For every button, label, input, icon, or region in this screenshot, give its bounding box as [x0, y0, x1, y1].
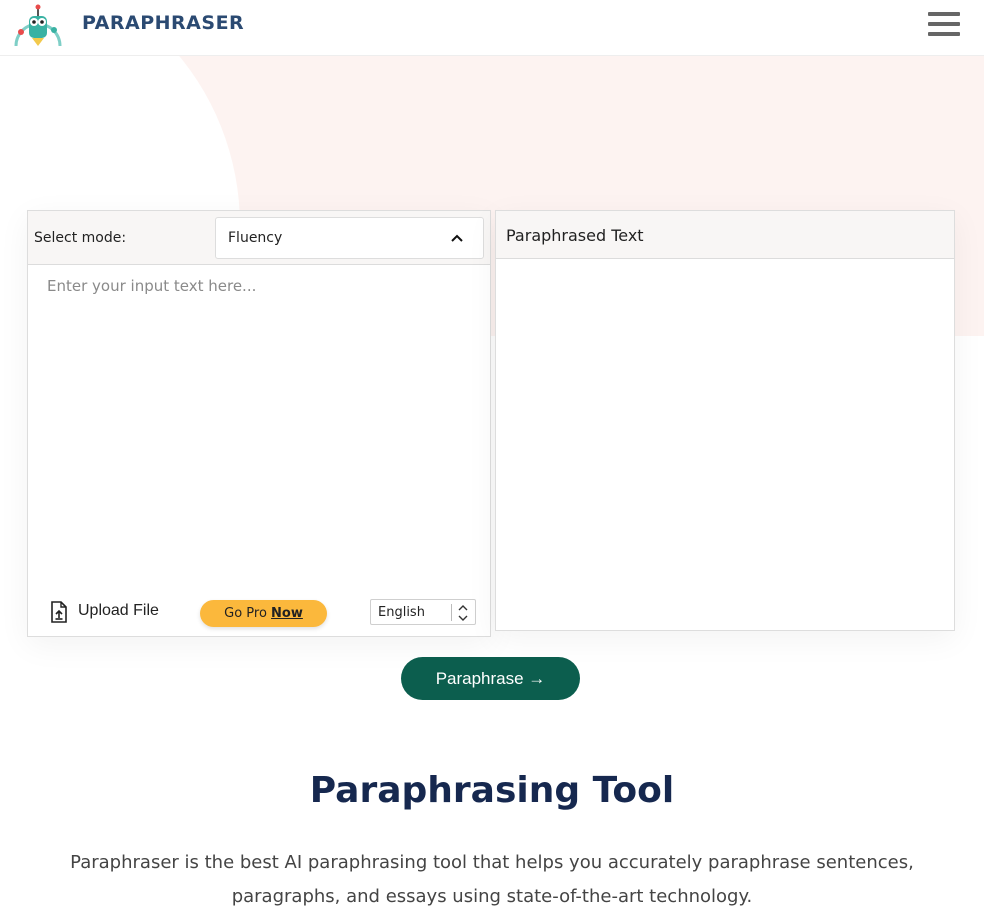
mode-label: Select mode: [34, 230, 127, 246]
output-text-area[interactable] [496, 259, 954, 630]
mode-value: Fluency [228, 230, 283, 246]
mode-bar: Select mode: Fluency [28, 211, 490, 265]
output-panel: Paraphrased Text [495, 210, 955, 631]
file-upload-icon [51, 601, 67, 623]
go-pro-now-link[interactable]: Now [271, 606, 303, 621]
mode-select[interactable]: Fluency [215, 217, 484, 259]
brand-name[interactable]: PARAPHRASER [82, 12, 244, 34]
page-description: Paraphraser is the best AI paraphrasing … [70, 852, 914, 907]
chevron-up-icon [451, 234, 463, 242]
language-select[interactable]: English [370, 599, 476, 625]
language-value: English [378, 605, 425, 620]
go-pro-button[interactable]: Go Pro Now [200, 600, 327, 627]
go-pro-text: Go Pro [224, 606, 272, 621]
page-title: Paraphrasing Tool [309, 770, 675, 811]
up-down-chevron-icon [458, 605, 468, 621]
output-title: Paraphrased Text [506, 226, 644, 245]
input-text-area[interactable] [28, 265, 490, 575]
upload-file-label: Upload File [78, 602, 159, 619]
paraphrase-button[interactable]: Paraphrase → [401, 657, 580, 700]
top-header: PARAPHRASER [0, 0, 984, 56]
output-header: Paraphrased Text [496, 211, 954, 259]
input-panel: Select mode: Fluency Upload File Go Pro … [27, 210, 491, 637]
robot-mascot-icon[interactable] [12, 2, 64, 48]
hamburger-menu-icon[interactable] [928, 12, 960, 38]
